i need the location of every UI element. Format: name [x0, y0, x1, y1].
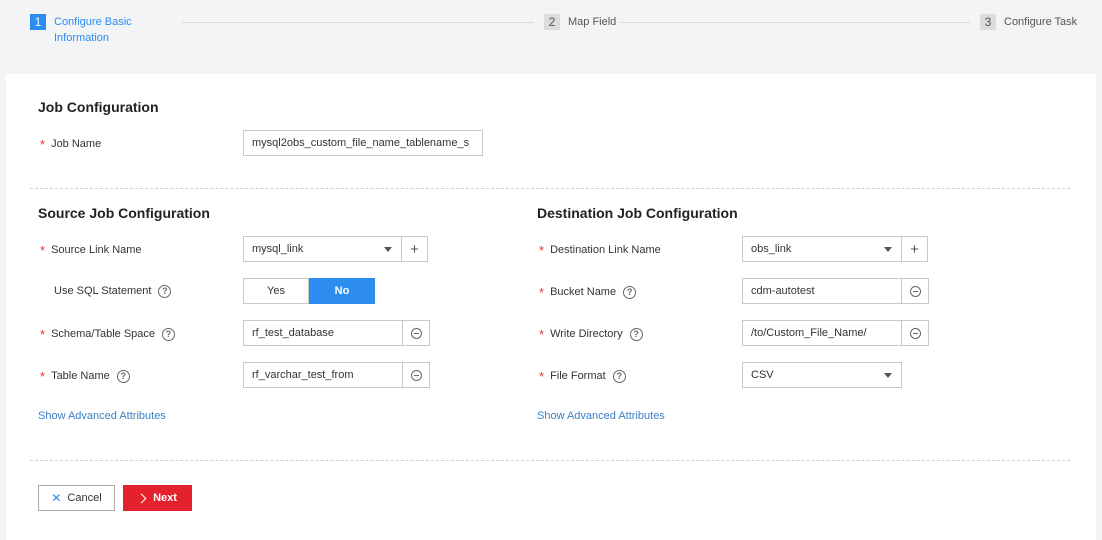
job-name-input[interactable]: mysql2obs_custom_file_name_tablename_s — [243, 130, 483, 156]
step-connector — [182, 22, 534, 23]
help-icon[interactable]: ? — [623, 285, 637, 299]
step-configure-task: 3 Configure Task — [980, 14, 1077, 30]
file-format-value: CSV — [751, 369, 774, 381]
help-icon[interactable]: ? — [158, 284, 172, 298]
destination-link-name-select[interactable]: obs_link — [742, 236, 902, 262]
section-divider — [30, 188, 1070, 189]
file-format-label: * File Format ? — [539, 368, 626, 384]
source-link-name-label: * Source Link Name — [40, 242, 142, 258]
bucket-name-label: * Bucket Name ? — [539, 284, 637, 300]
step-label-line2: Information — [54, 32, 110, 44]
chevron-down-icon — [884, 373, 892, 378]
next-button[interactable]: Next — [123, 485, 192, 511]
close-icon: ✕ — [51, 491, 62, 505]
file-format-select[interactable]: CSV — [742, 362, 902, 388]
destination-show-advanced-attributes-link[interactable]: Show Advanced Attributes — [537, 410, 665, 422]
step-number: 2 — [544, 14, 560, 30]
step-label-line1: Configure Basic — [54, 16, 132, 28]
job-name-label: * Job Name — [40, 136, 101, 152]
write-directory-input[interactable]: /to/Custom_File_Name/ — [742, 320, 902, 346]
step-configure-basic-information: 1 Configure Basic Information — [30, 14, 132, 46]
help-icon[interactable]: ? — [116, 369, 130, 383]
table-name-input[interactable]: rf_varchar_test_from — [243, 362, 403, 388]
bucket-name-label-text: Bucket Name — [550, 286, 617, 298]
source-job-configuration-title: Source Job Configuration — [38, 205, 210, 221]
add-destination-link-button[interactable]: + — [901, 236, 928, 262]
bucket-name-select-button[interactable] — [901, 278, 929, 304]
minus-circle-icon — [410, 369, 422, 381]
cancel-button[interactable]: ✕ Cancel — [38, 485, 115, 511]
step-number: 1 — [30, 14, 46, 30]
write-directory-select-button[interactable] — [901, 320, 929, 346]
use-sql-statement-toggle: Yes No — [243, 278, 375, 304]
table-name-label-text: Table Name — [51, 370, 110, 382]
schema-table-space-label: * Schema/Table Space ? — [40, 326, 176, 342]
step-label: Map Field — [568, 16, 617, 28]
source-link-name-value: mysql_link — [252, 243, 304, 255]
chevron-right-icon — [136, 493, 147, 503]
required-marker: * — [539, 326, 545, 342]
use-sql-statement-label: Use SQL Statement ? — [54, 283, 172, 299]
cancel-button-label: Cancel — [67, 492, 102, 504]
chevron-down-icon — [384, 247, 392, 252]
source-link-name-label-text: Source Link Name — [51, 244, 142, 256]
help-icon[interactable]: ? — [629, 327, 643, 341]
required-marker: * — [40, 368, 46, 384]
destination-link-name-value: obs_link — [751, 243, 792, 255]
job-configuration-title: Job Configuration — [38, 99, 159, 115]
minus-circle-icon — [909, 327, 921, 339]
source-show-advanced-attributes-link[interactable]: Show Advanced Attributes — [38, 410, 166, 422]
use-sql-statement-label-text: Use SQL Statement — [54, 285, 152, 297]
destination-link-name-label: * Destination Link Name — [539, 242, 661, 258]
section-divider — [30, 460, 1070, 461]
use-sql-no-option[interactable]: No — [309, 278, 375, 304]
file-format-label-text: File Format — [550, 370, 606, 382]
job-name-label-text: Job Name — [51, 138, 102, 150]
step-connector — [620, 22, 970, 23]
minus-circle-icon — [410, 327, 422, 339]
help-icon[interactable]: ? — [162, 327, 176, 341]
write-directory-label-text: Write Directory — [550, 328, 623, 340]
step-label: Configure Basic Information — [54, 14, 132, 46]
required-marker: * — [539, 242, 545, 258]
help-icon[interactable]: ? — [612, 369, 626, 383]
required-marker: * — [539, 368, 545, 384]
required-marker: * — [539, 284, 545, 300]
step-map-field: 2 Map Field — [544, 14, 616, 30]
wizard-stepper: 1 Configure Basic Information 2 Map Fiel… — [0, 0, 1102, 74]
use-sql-yes-option[interactable]: Yes — [243, 278, 309, 304]
table-name-label: * Table Name ? — [40, 368, 130, 384]
schema-table-space-input[interactable]: rf_test_database — [243, 320, 403, 346]
step-label: Configure Task — [1004, 16, 1078, 28]
add-source-link-button[interactable]: + — [401, 236, 428, 262]
table-name-select-button[interactable] — [402, 362, 430, 388]
required-marker: * — [40, 242, 46, 258]
job-form-panel: Job Configuration * Job Name mysql2obs_c… — [6, 74, 1096, 540]
plus-icon: + — [410, 240, 419, 258]
required-marker: * — [40, 136, 46, 152]
write-directory-label: * Write Directory ? — [539, 326, 643, 342]
destination-job-configuration-title: Destination Job Configuration — [537, 205, 738, 221]
source-link-name-select[interactable]: mysql_link — [243, 236, 402, 262]
chevron-down-icon — [884, 247, 892, 252]
schema-table-space-label-text: Schema/Table Space — [51, 328, 156, 340]
next-button-label: Next — [153, 492, 177, 504]
bucket-name-input[interactable]: cdm-autotest — [742, 278, 902, 304]
plus-icon: + — [910, 240, 919, 258]
destination-link-name-label-text: Destination Link Name — [550, 244, 661, 256]
minus-circle-icon — [909, 285, 921, 297]
schema-table-space-select-button[interactable] — [402, 320, 430, 346]
required-marker: * — [40, 326, 46, 342]
step-number: 3 — [980, 14, 996, 30]
